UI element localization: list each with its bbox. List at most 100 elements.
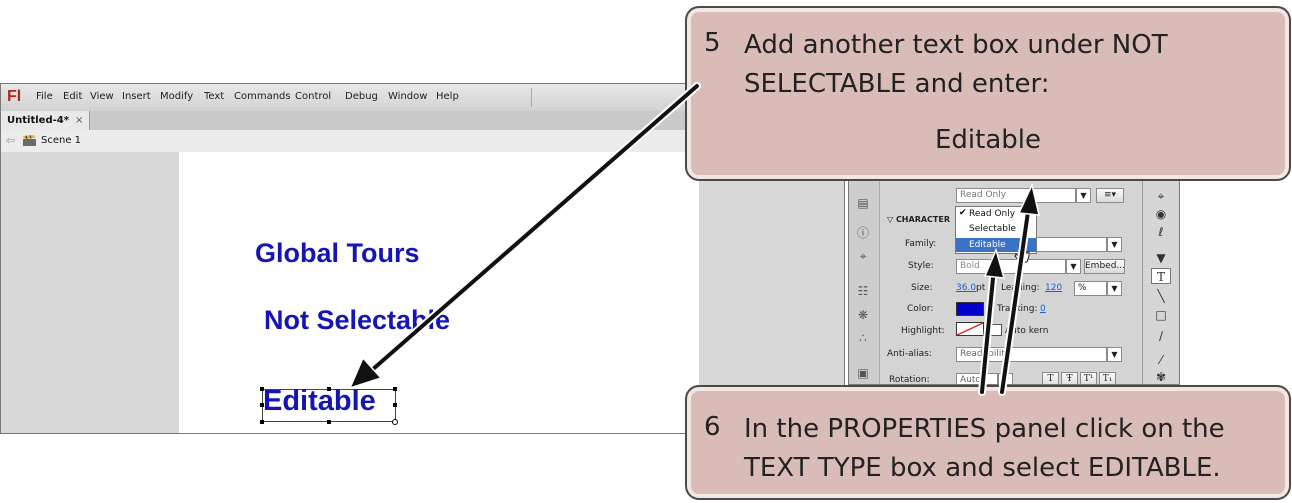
chevron-down-icon[interactable]: ▼ [1107,281,1122,296]
stage-text-not-selectable[interactable]: Not Selectable [264,305,450,336]
pencil-icon[interactable]: ∕ [1151,328,1171,344]
text-type-select[interactable]: Read Only [956,188,1076,203]
superscript-icon[interactable]: T¹ [1080,372,1097,384]
menu-window[interactable]: Window [388,91,427,102]
panel-icon-strip: ▤ ⓘ ⌖ ☷ ❋ ∴ ▣ [849,156,880,384]
components-icon[interactable]: ❋ [856,308,870,322]
text-color-swatch[interactable] [956,302,984,316]
step-5-line-2: SELECTABLE and enter: [744,69,1050,99]
callout-step-6: 6 In the PROPERTIES panel click on the T… [685,385,1291,500]
text-orientation-icon[interactable]: T [1042,372,1059,384]
tools-panel: ⌖ ◉ ℓ ▼ T ╲ □ ∕ ⁄ ✾ [1142,156,1179,384]
pen-icon[interactable]: ▼ [1151,250,1171,266]
close-icon[interactable]: × [75,115,83,126]
chevron-down-icon[interactable]: ▼ [1076,188,1091,203]
step-6-line-2: TEXT TYPE box and select EDITABLE. [744,453,1221,483]
dropdown-option-selectable[interactable]: Selectable [956,222,1036,236]
style-label: Style: [908,261,934,271]
3d-rotation-icon[interactable]: ◉ [1151,206,1171,222]
resize-handle[interactable] [260,420,264,424]
auto-kern-label: Auto kern [1005,326,1049,336]
leading-label: Leading: [1001,283,1040,293]
stage-text-editable[interactable]: Editable [263,385,376,418]
style-select[interactable]: Bold [956,259,1066,274]
resize-handle[interactable] [327,387,331,391]
resize-handle[interactable] [260,403,264,407]
stage[interactable] [179,152,699,433]
rectangle-tool-icon[interactable]: □ [1151,307,1171,323]
menu-insert[interactable]: Insert [122,91,151,102]
code-snippets-icon[interactable]: ☷ [856,284,870,298]
leading-value[interactable]: 120 [1045,283,1062,293]
strikethrough-icon[interactable]: Ŧ [1061,372,1078,384]
auto-kern-checkbox[interactable] [990,324,1002,336]
size-label: Size: [911,283,933,293]
deco-tool-icon[interactable]: ✾ [1151,369,1171,384]
dropdown-option-read-only[interactable]: Read Only [956,207,1036,221]
resize-handle[interactable] [393,387,397,391]
properties-panel: ▤ ⓘ ⌖ ☷ ❋ ∴ ▣ Read Only ▼ ≡▾ ▽ CHARACTER… [848,155,1180,385]
size-unit: pt [976,283,986,293]
tracking-label: Tracking: [997,304,1038,314]
document-tab-label: Untitled-4* [7,115,69,126]
flash-logo: Fl [7,88,22,105]
resize-handle[interactable] [327,420,331,424]
menu-text[interactable]: Text [204,91,224,102]
paragraph-options-button[interactable]: ≡▾ [1096,188,1124,203]
lasso-icon[interactable]: ℓ [1151,224,1171,240]
tracking-value[interactable]: 0 [1040,304,1046,314]
menu-file[interactable]: File [36,91,53,102]
transform-icon[interactable]: ⌖ [856,249,870,263]
no-color-swatch[interactable] [956,322,984,336]
step-5-number: 5 [704,28,721,58]
rotation-select[interactable]: Auto [956,373,998,384]
chevron-down-icon[interactable]: ▼ [1107,347,1122,362]
color-label: Color: [907,304,934,314]
resize-handle[interactable] [260,387,264,391]
chevron-down-icon[interactable]: ▼ [1107,237,1122,252]
antialias-select[interactable]: Readability [956,347,1107,362]
rotation-label: Rotation: [889,375,930,385]
scene-label[interactable]: Scene 1 [41,135,81,146]
embed-button[interactable]: Embed... [1084,259,1125,274]
line-tool-icon[interactable]: ╲ [1151,288,1171,304]
menu-edit[interactable]: Edit [63,91,82,102]
info-icon[interactable]: ⓘ [856,226,870,240]
size-value-group: 36.0pt [956,283,985,293]
menu-control[interactable]: Control [295,91,331,102]
subscript-icon[interactable]: T₁ [1099,372,1116,384]
clapperboard-icon [23,135,36,146]
text-tool-icon[interactable]: T [1151,268,1171,284]
chevron-down-icon[interactable]: ▼ [1066,259,1081,274]
collapse-triangle-icon[interactable]: ▽ [887,215,896,224]
align-icon[interactable]: ▤ [856,196,870,210]
text-resize-handle[interactable] [392,419,398,425]
size-value[interactable]: 36.0 [956,283,976,293]
step-5-value: Editable [934,125,1041,155]
back-arrow-icon[interactable]: ⇦ [6,134,15,147]
free-transform-icon[interactable]: ⌖ [1151,188,1171,204]
antialias-label: Anti-alias: [887,349,932,359]
menu-divider [531,88,532,107]
menu-view[interactable]: View [90,91,114,102]
callout-step-5: 5 Add another text box under NOT SELECTA… [685,6,1291,181]
stage-text-global-tours[interactable]: Global Tours [255,238,420,269]
leading-unit-select[interactable]: % [1074,281,1107,296]
resize-handle[interactable] [393,403,397,407]
menu-help[interactable]: Help [436,91,459,102]
highlight-label: Highlight: [901,326,945,336]
menu-debug[interactable]: Debug [345,91,378,102]
step-6-line-1: In the PROPERTIES panel click on the [744,414,1225,444]
document-tab[interactable]: Untitled-4* × [1,111,91,130]
menu-commands[interactable]: Commands [234,91,291,102]
step-6-number: 6 [704,412,721,442]
family-label: Family: [905,239,937,249]
library-icon[interactable]: ▣ [856,366,870,380]
step-5-line-1: Add another text box under NOT [744,30,1168,60]
section-header-label: CHARACTER [895,215,950,224]
brush-icon[interactable]: ⁄ [1151,352,1171,368]
menu-modify[interactable]: Modify [160,91,193,102]
mouse-pointer-icon [1014,245,1030,263]
chevron-down-icon[interactable]: ▼ [998,373,1013,384]
motion-presets-icon[interactable]: ∴ [856,331,870,345]
